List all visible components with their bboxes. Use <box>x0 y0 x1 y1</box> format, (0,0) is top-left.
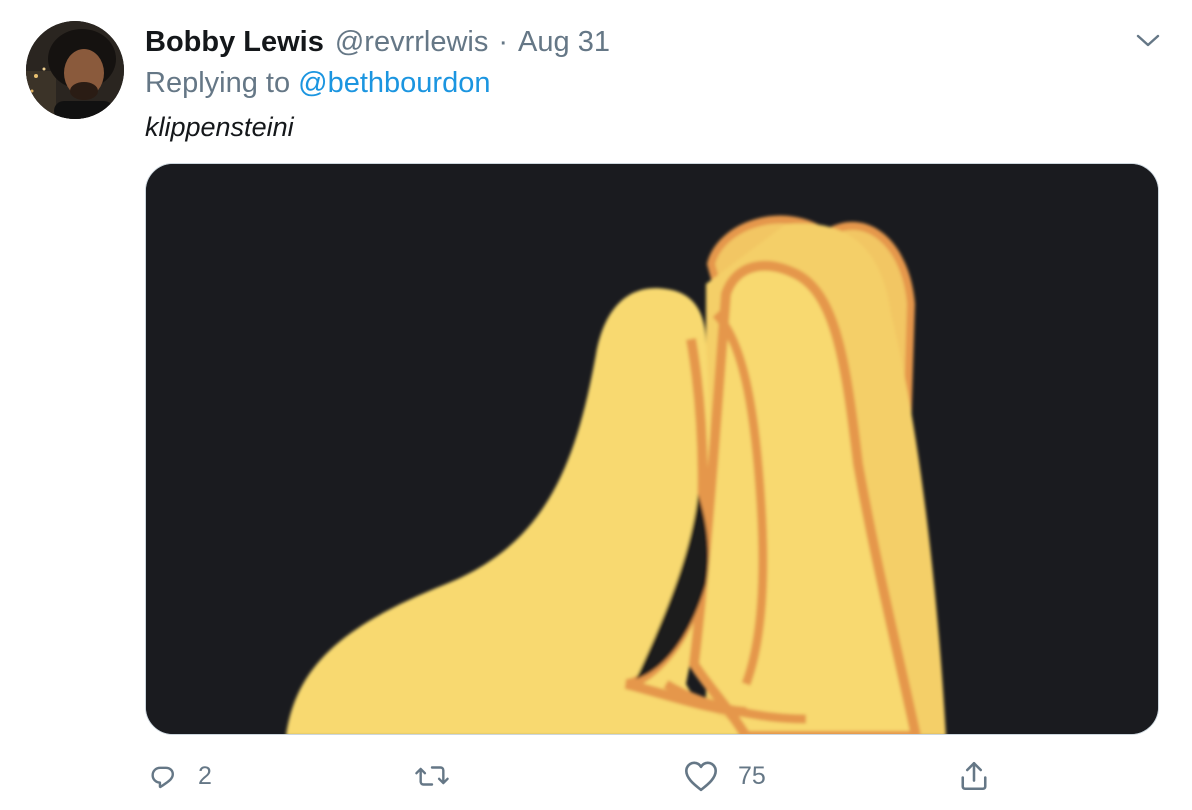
reply-count: 2 <box>198 761 212 790</box>
reply-button[interactable]: 2 <box>146 752 212 800</box>
display-name[interactable]: Bobby Lewis <box>145 22 324 62</box>
tweet-media-image[interactable] <box>145 163 1159 735</box>
tweet-header: Bobby Lewis @revrrlewis · Aug 31 <box>145 22 610 62</box>
replying-to-line: Replying to @bethbourdon <box>145 63 490 103</box>
like-count: 75 <box>738 761 766 790</box>
like-button[interactable]: 75 <box>682 752 766 800</box>
reply-bubble-icon <box>151 766 174 789</box>
replying-to-mention[interactable]: @bethbourdon <box>298 67 490 99</box>
tweet-text: klippensteini <box>145 112 294 142</box>
share-upload-icon <box>961 761 987 791</box>
pinched-hand-emoji-image <box>146 164 1158 734</box>
separator-dot: · <box>498 26 509 58</box>
tweet-actions-bar: 2 75 <box>0 752 1192 802</box>
retweet-button[interactable] <box>413 752 469 800</box>
user-handle[interactable]: @revrrlewis <box>335 22 489 62</box>
timestamp-link[interactable]: Aug 31 <box>518 22 610 62</box>
retweet-icon <box>415 766 449 786</box>
share-button[interactable] <box>956 752 992 800</box>
tweet-menu-button[interactable] <box>1130 27 1166 55</box>
heart-icon <box>685 761 717 792</box>
chevron-down-icon <box>1136 34 1160 47</box>
tweet-card: Bobby Lewis @revrrlewis · Aug 31 Replyin… <box>0 0 1192 810</box>
avatar-image <box>26 21 124 119</box>
avatar[interactable] <box>26 21 124 119</box>
replying-to-label: Replying to <box>145 67 291 99</box>
